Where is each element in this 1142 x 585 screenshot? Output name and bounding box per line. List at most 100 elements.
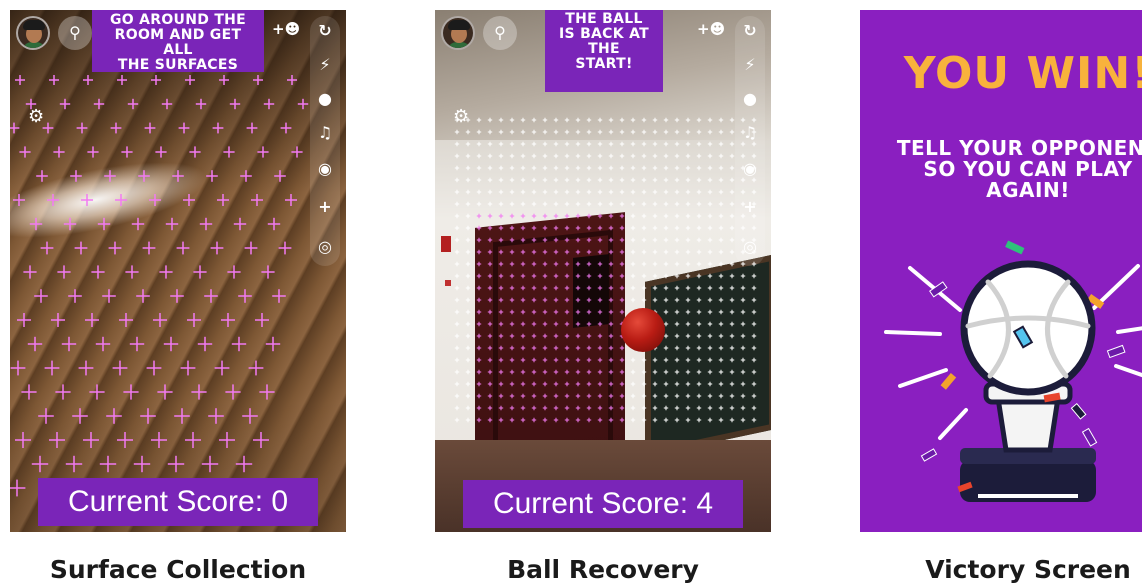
surface-marker bbox=[575, 321, 581, 327]
surface-marker bbox=[542, 153, 548, 159]
surface-marker bbox=[174, 408, 190, 424]
flash-off-icon[interactable]: ⚡ bbox=[735, 52, 765, 78]
surface-marker bbox=[498, 189, 504, 195]
surface-marker bbox=[465, 297, 471, 303]
surface-marker bbox=[498, 213, 504, 219]
camera-timer-icon[interactable]: ◉ bbox=[735, 156, 765, 182]
surface-marker bbox=[498, 357, 504, 363]
surface-marker bbox=[630, 249, 636, 255]
surface-marker bbox=[707, 129, 713, 135]
scan-icon[interactable]: ◎ bbox=[735, 234, 765, 260]
surface-marker bbox=[685, 273, 691, 279]
surface-marker bbox=[272, 289, 286, 303]
surface-marker bbox=[740, 345, 746, 351]
surface-marker bbox=[641, 273, 647, 279]
surface-marker bbox=[718, 189, 724, 195]
instruction-banner: GO AROUND THE ROOM AND GET ALL THE SURFA… bbox=[92, 10, 264, 73]
surface-marker bbox=[136, 289, 150, 303]
surface-marker bbox=[454, 177, 460, 183]
flash-off-icon[interactable]: ⚡ bbox=[310, 52, 340, 78]
video-icon[interactable]: ● bbox=[310, 86, 340, 112]
surface-marker bbox=[531, 237, 537, 243]
surface-marker bbox=[729, 273, 735, 279]
surface-marker bbox=[630, 273, 636, 279]
plus-icon[interactable]: + bbox=[310, 194, 340, 220]
surface-marker bbox=[586, 333, 592, 339]
surface-marker bbox=[61, 336, 77, 352]
surface-marker bbox=[608, 225, 614, 231]
video-icon[interactable]: ● bbox=[735, 86, 765, 112]
surface-marker bbox=[274, 170, 286, 182]
music-icon[interactable]: ♫ bbox=[310, 120, 340, 146]
surface-marker bbox=[112, 360, 128, 376]
surface-marker bbox=[531, 321, 537, 327]
bug-icon[interactable]: ⚙ bbox=[28, 106, 44, 127]
surface-marker bbox=[586, 129, 592, 135]
surface-marker bbox=[95, 336, 111, 352]
flip-camera-icon[interactable]: ↻ bbox=[735, 18, 765, 44]
surface-marker bbox=[487, 189, 493, 195]
surface-marker bbox=[487, 153, 493, 159]
surface-marker bbox=[195, 98, 207, 110]
surface-marker bbox=[751, 369, 757, 375]
surface-marker bbox=[454, 201, 460, 207]
surface-marker bbox=[564, 177, 570, 183]
surface-marker bbox=[564, 165, 570, 171]
surface-marker bbox=[751, 321, 757, 327]
surface-marker bbox=[641, 405, 647, 411]
surface-marker bbox=[542, 405, 548, 411]
bug-icon[interactable]: ⚙ bbox=[453, 106, 469, 127]
surface-marker bbox=[454, 345, 460, 351]
surface-marker bbox=[520, 153, 526, 159]
surface-marker bbox=[751, 381, 757, 387]
surface-marker bbox=[685, 309, 691, 315]
search-icon[interactable]: ⚲ bbox=[58, 16, 92, 50]
surface-marker bbox=[163, 336, 179, 352]
camera-timer-icon[interactable]: ◉ bbox=[310, 156, 340, 182]
surface-marker bbox=[641, 117, 647, 123]
surface-marker bbox=[191, 384, 207, 400]
surface-marker bbox=[685, 237, 691, 243]
avatar[interactable] bbox=[16, 16, 50, 50]
surface-marker bbox=[652, 189, 658, 195]
add-friend-icon[interactable]: +☻ bbox=[272, 20, 300, 38]
surface-marker bbox=[619, 393, 625, 399]
surface-marker bbox=[696, 357, 702, 363]
surface-marker bbox=[630, 285, 636, 291]
surface-marker bbox=[575, 285, 581, 291]
surface-marker bbox=[509, 237, 515, 243]
surface-marker bbox=[520, 393, 526, 399]
flip-camera-icon[interactable]: ↻ bbox=[310, 18, 340, 44]
search-icon[interactable]: ⚲ bbox=[483, 16, 517, 50]
surface-marker bbox=[187, 313, 201, 327]
surface-marker bbox=[630, 393, 636, 399]
surface-marker bbox=[685, 129, 691, 135]
surface-marker bbox=[476, 165, 482, 171]
surface-marker bbox=[487, 117, 493, 123]
surface-marker bbox=[586, 165, 592, 171]
surface-marker bbox=[564, 129, 570, 135]
surface-marker bbox=[696, 405, 702, 411]
surface-marker bbox=[454, 249, 460, 255]
surface-marker bbox=[454, 225, 460, 231]
surface-marker bbox=[476, 333, 482, 339]
surface-marker bbox=[487, 237, 493, 243]
surface-marker bbox=[696, 345, 702, 351]
surface-marker bbox=[718, 249, 724, 255]
surface-marker bbox=[542, 201, 548, 207]
surface-marker bbox=[498, 273, 504, 279]
surface-marker bbox=[15, 75, 25, 85]
surface-marker bbox=[253, 75, 263, 85]
surface-marker bbox=[685, 153, 691, 159]
surface-marker bbox=[498, 237, 504, 243]
add-friend-icon[interactable]: +☻ bbox=[697, 20, 725, 38]
caption-ball-recovery: Ball Recovery bbox=[507, 555, 699, 584]
surface-marker bbox=[454, 309, 460, 315]
scan-icon[interactable]: ◎ bbox=[310, 234, 340, 260]
avatar[interactable] bbox=[441, 16, 475, 50]
plus-icon[interactable]: + bbox=[735, 194, 765, 220]
music-icon[interactable]: ♫ bbox=[735, 120, 765, 146]
surface-marker bbox=[553, 129, 559, 135]
red-ball[interactable] bbox=[621, 308, 665, 352]
trophy-illustration bbox=[884, 240, 1142, 502]
